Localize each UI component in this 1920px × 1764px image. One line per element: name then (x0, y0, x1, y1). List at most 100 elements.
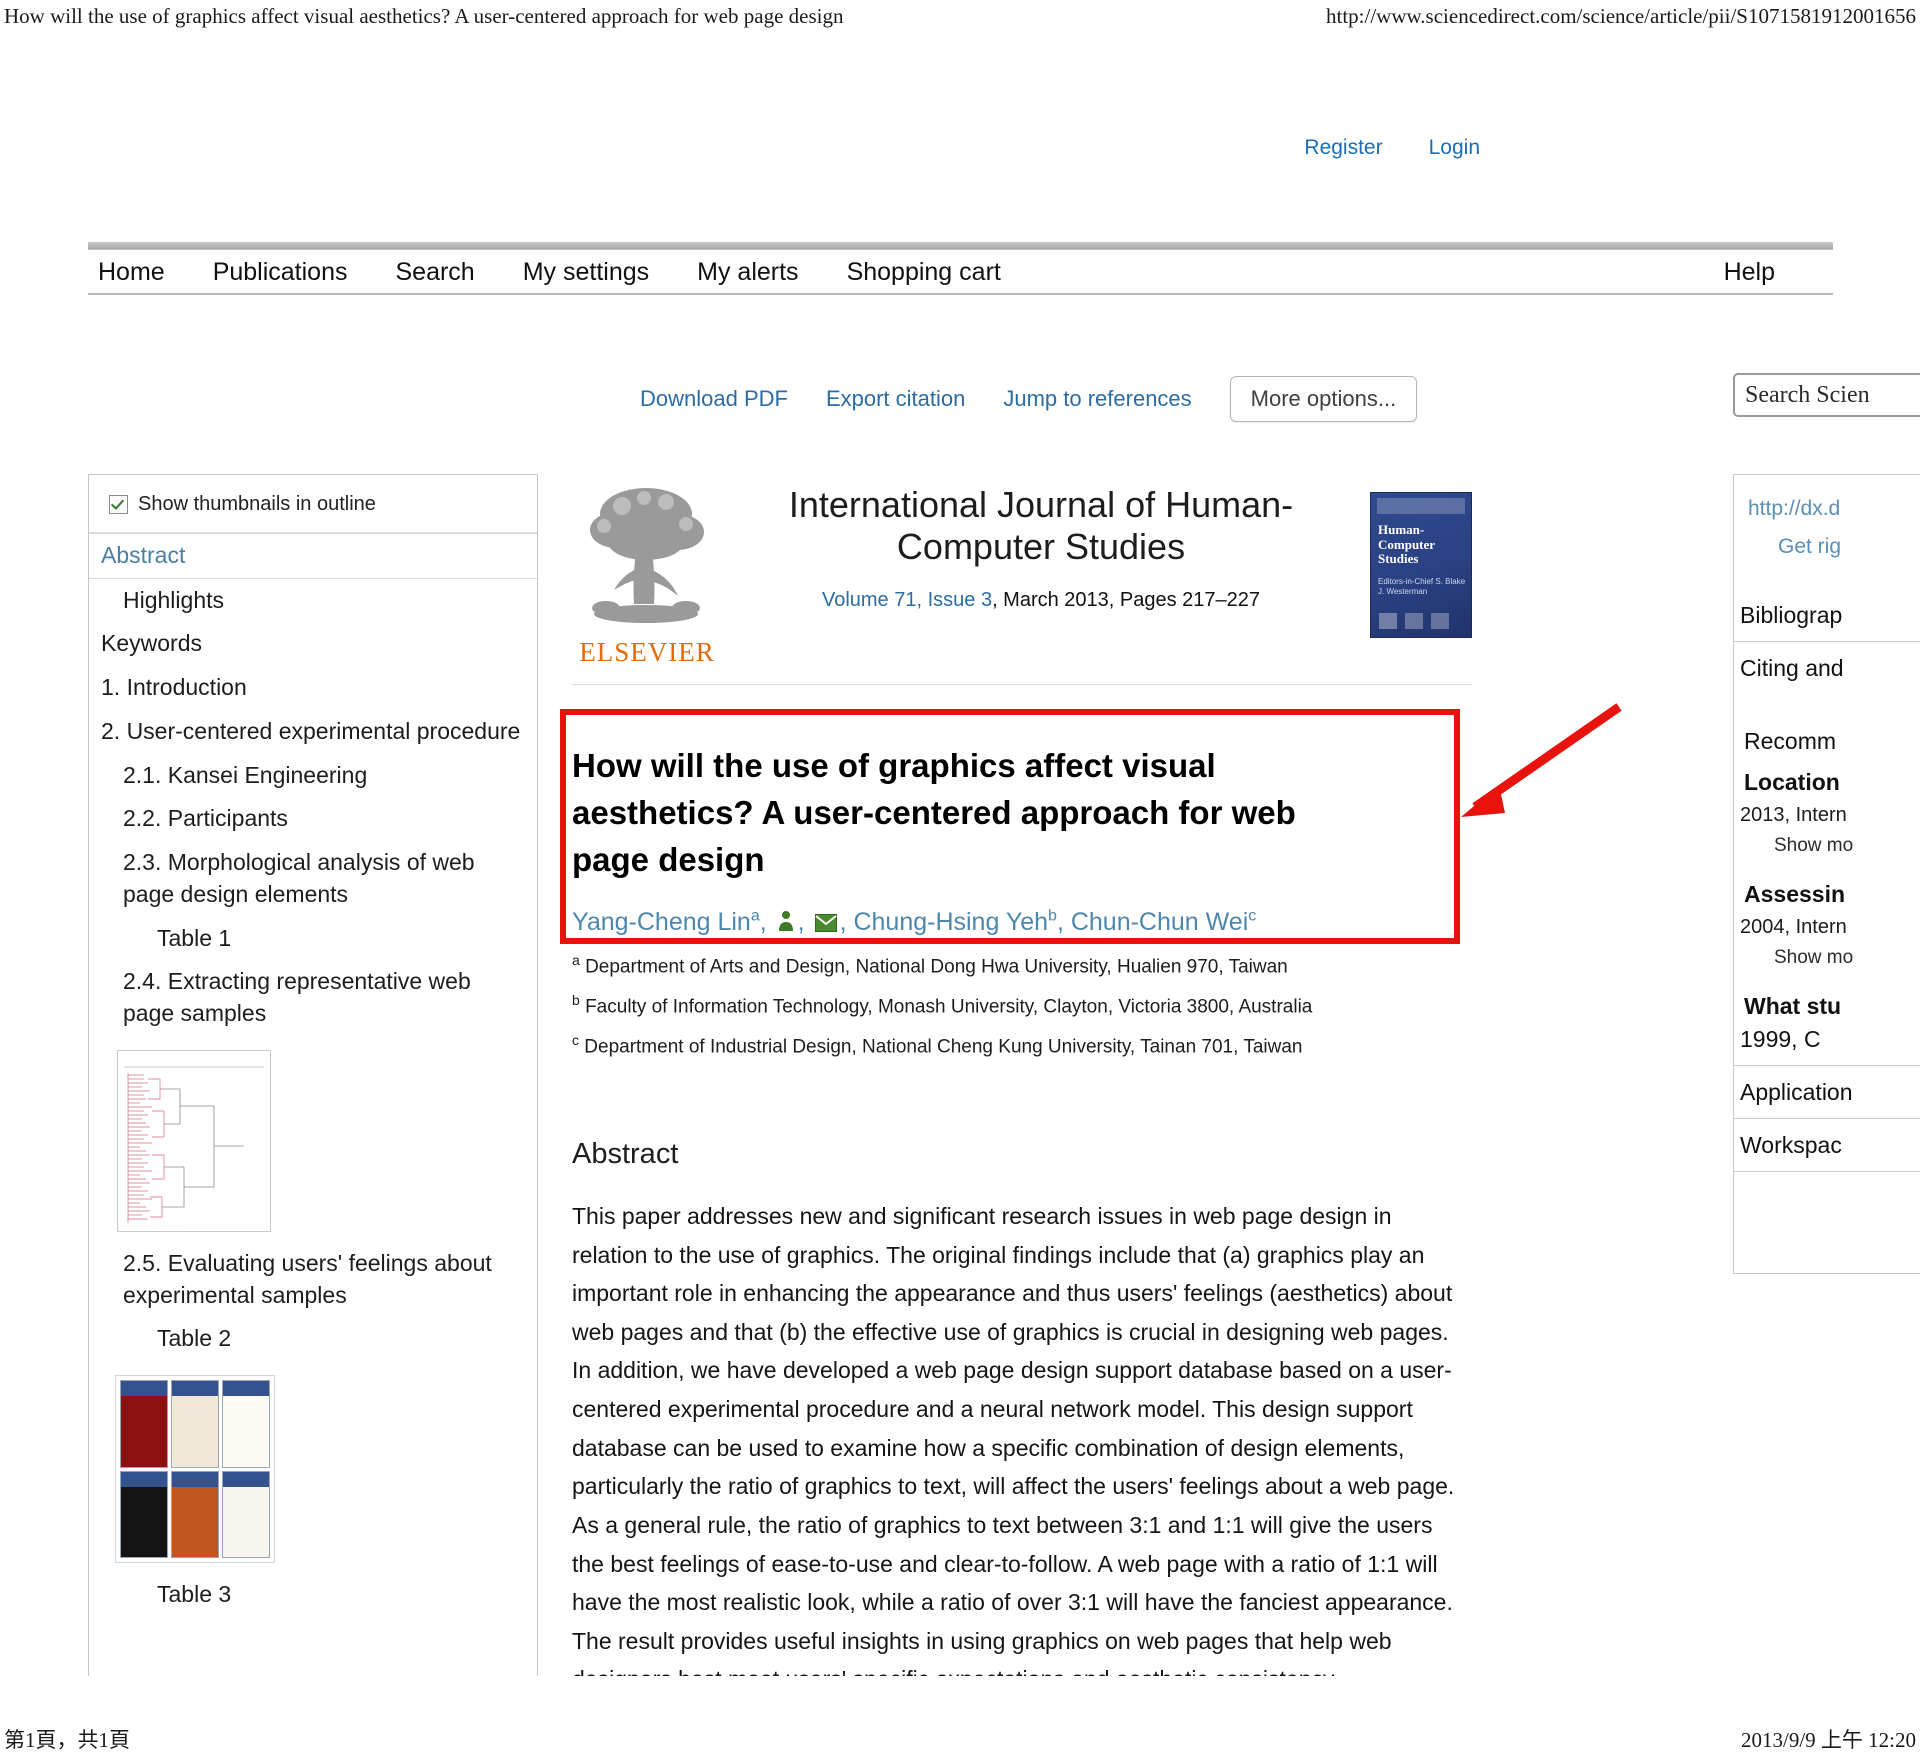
outline-item-highlights[interactable]: Highlights (89, 579, 537, 623)
outline-item-kansei-engineering[interactable]: 2.1. Kansei Engineering (89, 754, 537, 798)
journal-volume-issue-link[interactable]: Volume 71, Issue 3 (822, 589, 992, 611)
login-link[interactable]: Login (1429, 136, 1480, 160)
journal-title: International Journal of Human-Computer … (788, 484, 1294, 568)
outline-item-procedure[interactable]: 2. User-centered experimental procedure (89, 710, 537, 754)
cover-top-band (1377, 498, 1465, 514)
elsevier-wordmark: ELSEVIER (579, 637, 715, 667)
article-action-bar: Download PDF Export citation Jump to ref… (640, 376, 1418, 422)
outline-item-participants[interactable]: 2.2. Participants (89, 797, 537, 841)
print-header-title: How will the use of graphics affect visu… (4, 4, 844, 28)
abstract-body: This paper addresses new and significant… (572, 1202, 1455, 1676)
citing-and-related-row[interactable]: Citing and (1734, 642, 1920, 694)
author-3-affil-marker: c (1248, 907, 1257, 925)
main-navigation: Home Publications Search My settings My … (88, 242, 1868, 295)
rail-spacer (1734, 694, 1920, 718)
recommendation-1-show-more[interactable]: Show mo (1734, 829, 1920, 871)
outline-item-table-2[interactable]: Table 2 (89, 1317, 537, 1361)
cover-title-text: Human-Computer Studies (1378, 522, 1435, 567)
nav-item-publications[interactable]: Publications (213, 258, 348, 287)
register-link[interactable]: Register (1304, 136, 1382, 160)
sample-thumb (222, 1470, 270, 1559)
article-main: ELSEVIER International Journal of Human-… (572, 474, 1472, 1676)
outline-item-keywords[interactable]: Keywords (89, 622, 537, 666)
author-1-name[interactable]: Yang-Cheng Lin (572, 908, 751, 936)
jump-to-references-link[interactable]: Jump to references (1003, 386, 1191, 412)
bibliography-row[interactable]: Bibliograp (1734, 589, 1920, 642)
thumbnail-web-page-samples[interactable] (115, 1375, 275, 1564)
print-footer-timestamp: 2013/9/9 上午 12:20 (1740, 1728, 1916, 1752)
sample-thumb (120, 1470, 168, 1559)
rail-spacer (1734, 565, 1920, 589)
affiliation-a-marker: a (572, 952, 580, 969)
applications-row[interactable]: Application (1734, 1066, 1920, 1119)
search-input[interactable]: Search Scien (1733, 373, 1920, 417)
outline-item-table-1[interactable]: Table 1 (89, 917, 537, 961)
affiliation-c-marker: c (572, 1032, 579, 1049)
workspace-row[interactable]: Workspac (1734, 1119, 1920, 1172)
outline-item-morphological-analysis[interactable]: 2.3. Morphological analysis of web page … (89, 841, 537, 916)
right-sidebar-panel: http://dx.d Get rig Bibliograp Citing an… (1733, 474, 1920, 1274)
outline-item-introduction[interactable]: 1. Introduction (89, 666, 537, 710)
affiliation-b-marker: b (572, 992, 580, 1009)
author-profile-icon[interactable] (777, 908, 795, 941)
show-thumbnails-toggle[interactable]: Show thumbnails in outline (89, 475, 537, 533)
thumbnail-dendrogram-chart[interactable] (117, 1049, 271, 1232)
nav-top-rule (88, 242, 1833, 250)
recommendation-1-meta: 2013, Intern (1740, 804, 1847, 826)
nav-item-help[interactable]: Help (1724, 258, 1775, 287)
nav-links-row: Home Publications Search My settings My … (88, 250, 1833, 295)
outline-item-table-3[interactable]: Table 3 (89, 1573, 537, 1617)
journal-cover-image[interactable]: Human-Computer Studies Editors-in-Chief … (1370, 492, 1472, 638)
author-3-name[interactable]: , Chun-Chun Wei (1057, 908, 1248, 936)
get-rights-link[interactable]: Get rig (1734, 527, 1920, 565)
recommendation-2-title[interactable]: Assessin (1734, 871, 1920, 912)
outline-item-extracting-samples[interactable]: 2.4. Extracting representative web page … (89, 960, 537, 1035)
cover-editors-text: Editors-in-Chief S. Blake J. Westerman (1378, 577, 1466, 597)
print-header-url: http://www.sciencedirect.com/science/art… (1326, 4, 1916, 28)
affiliation-c: c Department of Industrial Design, Natio… (572, 1031, 1472, 1060)
nav-item-my-settings[interactable]: My settings (523, 258, 649, 287)
sample-thumb (222, 1380, 270, 1468)
recommendation-1-title[interactable]: Location (1734, 759, 1920, 800)
affiliation-b: b Faculty of Information Technology, Mon… (572, 991, 1472, 1020)
elsevier-tree-icon (590, 488, 704, 623)
elsevier-logo: ELSEVIER (572, 474, 722, 668)
show-thumbnails-checkbox[interactable] (109, 495, 128, 514)
page-title: How will the use of graphics affect visu… (572, 747, 1296, 878)
nav-item-my-alerts[interactable]: My alerts (697, 258, 798, 287)
author-2-affil-marker: b (1048, 907, 1057, 925)
export-citation-link[interactable]: Export citation (826, 386, 965, 412)
download-pdf-link[interactable]: Download PDF (640, 386, 788, 412)
nav-item-shopping-cart[interactable]: Shopping cart (847, 258, 1001, 287)
affiliation-a-text: Department of Arts and Design, National … (585, 956, 1288, 978)
sample-thumb (171, 1380, 219, 1468)
nav-item-home[interactable]: Home (98, 258, 165, 287)
sample-thumb (120, 1380, 168, 1468)
recommended-heading: Recomm (1744, 728, 1837, 754)
show-thumbnails-label: Show thumbnails in outline (138, 493, 376, 515)
print-footer-page-number: 第1頁，共1頁 (4, 1728, 130, 1752)
journal-title-block: International Journal of Human-Computer … (722, 474, 1370, 612)
more-options-button[interactable]: More options... (1229, 376, 1418, 422)
cover-squares (1379, 613, 1397, 629)
recommendation-2-meta: 2004, Intern (1740, 916, 1847, 938)
annotation-red-arrow-icon (1461, 703, 1622, 817)
journal-issue-meta: Volume 71, Issue 3, March 2013, Pages 21… (742, 589, 1340, 612)
outline-item-abstract[interactable]: Abstract (89, 533, 537, 579)
recommendation-2-show-more[interactable]: Show mo (1734, 941, 1920, 983)
doi-link[interactable]: http://dx.d (1734, 489, 1920, 527)
dendrogram-icon (124, 1066, 264, 1223)
search-input-value: Search Scien (1745, 381, 1870, 408)
journal-date-pages: , March 2013, Pages 217–227 (992, 588, 1261, 611)
author-1-affil-marker: a (750, 907, 760, 925)
abstract-heading: Abstract (572, 1137, 679, 1170)
outline-item-evaluating-feelings[interactable]: 2.5. Evaluating users' feelings about ex… (89, 1242, 537, 1317)
recommendation-3-title[interactable]: What stu (1734, 983, 1920, 1024)
corresponding-author-email-icon[interactable] (814, 908, 837, 941)
page-content: Register Login Home Publications Search … (0, 46, 1920, 1676)
author-list: Yang-Cheng Lina, , , Chung-Hsing Yehb, C… (572, 906, 1472, 941)
author-2-name[interactable]: , Chung-Hsing Yeh (840, 908, 1048, 936)
affiliation-b-text: Faculty of Information Technology, Monas… (585, 996, 1313, 1018)
nav-item-search[interactable]: Search (396, 258, 475, 287)
account-bar: Register Login (1304, 136, 1480, 160)
